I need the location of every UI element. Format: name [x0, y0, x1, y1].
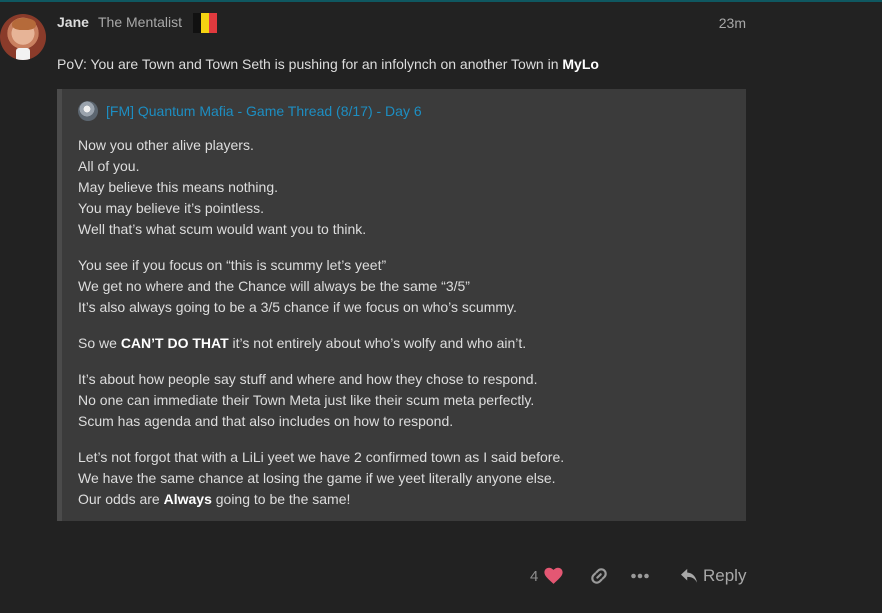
quote-title-link[interactable]: [FM] Quantum Mafia - Game Thread (8/17) … [106, 103, 422, 119]
quote-line: Let’s not forgot that with a LiLi yeet w… [78, 449, 565, 465]
like-count[interactable]: 4 [530, 568, 538, 585]
post-actions: 4 Reply [530, 564, 750, 592]
reply-label[interactable]: Reply [703, 566, 746, 586]
quote-paragraph: So we CAN’T DO THAT it’s not entirely ab… [78, 333, 736, 354]
quote-line: Well that’s what scum would want you to … [78, 221, 367, 237]
quote-line: You may believe it’s pointless. [78, 200, 264, 216]
user-avatar[interactable] [0, 14, 46, 60]
quote-text: it’s not entirely about who’s wolfy and … [228, 335, 527, 351]
quote-line: We have the same chance at losing the ga… [78, 470, 556, 486]
quote-line: You see if you focus on “this is scummy … [78, 257, 387, 273]
quote-line: So we CAN’T DO THAT it’s not entirely ab… [78, 333, 736, 354]
like-button[interactable]: 4 [530, 567, 563, 585]
author-username[interactable]: Jane [57, 14, 89, 30]
quote-paragraph: Now you other alive players. All of you.… [78, 135, 736, 240]
link-icon[interactable] [589, 566, 609, 586]
quote-line: All of you. [78, 158, 140, 174]
post-lead-plain: PoV: You are Town and Town Seth is pushi… [57, 56, 563, 72]
quote-line: Now you other alive players. [78, 137, 254, 153]
quote-bold-text: Always [163, 491, 212, 507]
quote-line: We get no where and the Chance will alwa… [78, 278, 470, 294]
reply-button[interactable]: Reply [680, 566, 746, 586]
quote-line: It’s also always going to be a 3/5 chanc… [78, 299, 517, 315]
quote-line: Scum has agenda and that also includes o… [78, 413, 454, 429]
quote-line: It’s about how people say stuff and wher… [78, 371, 538, 387]
quote-bold-text: CAN’T DO THAT [120, 335, 229, 351]
quote-line: Our odds are Always going to be the same… [78, 489, 736, 510]
heart-icon[interactable] [544, 567, 563, 585]
reply-arrow-icon [681, 568, 697, 583]
thread-avatar-icon [78, 101, 98, 121]
quote-paragraph: Let’s not forgot that with a LiLi yeet w… [78, 447, 736, 510]
quote-line: No one can immediate their Town Meta jus… [78, 392, 535, 408]
quote-line: May believe this means nothing. [78, 179, 278, 195]
quote-body: Now you other alive players. All of you.… [78, 135, 736, 525]
ellipsis-icon[interactable] [631, 572, 649, 580]
belgium-flag-icon [193, 13, 217, 33]
post-date[interactable]: 23m [719, 15, 746, 31]
quote-paragraph: It’s about how people say stuff and wher… [78, 369, 736, 432]
post-lead-text: PoV: You are Town and Town Seth is pushi… [57, 56, 599, 72]
top-accent-line [0, 0, 882, 2]
post-lead-bold: MyLo [562, 56, 599, 72]
quote-block: [FM] Quantum Mafia - Game Thread (8/17) … [57, 89, 746, 521]
quote-text: Our odds are [78, 491, 164, 507]
quote-paragraph: You see if you focus on “this is scummy … [78, 255, 736, 318]
quote-text: So we [78, 335, 121, 351]
quote-text: going to be the same! [211, 491, 351, 507]
quote-title[interactable]: [FM] Quantum Mafia - Game Thread (8/17) … [78, 101, 422, 121]
author-full-name[interactable]: The Mentalist [98, 14, 182, 30]
